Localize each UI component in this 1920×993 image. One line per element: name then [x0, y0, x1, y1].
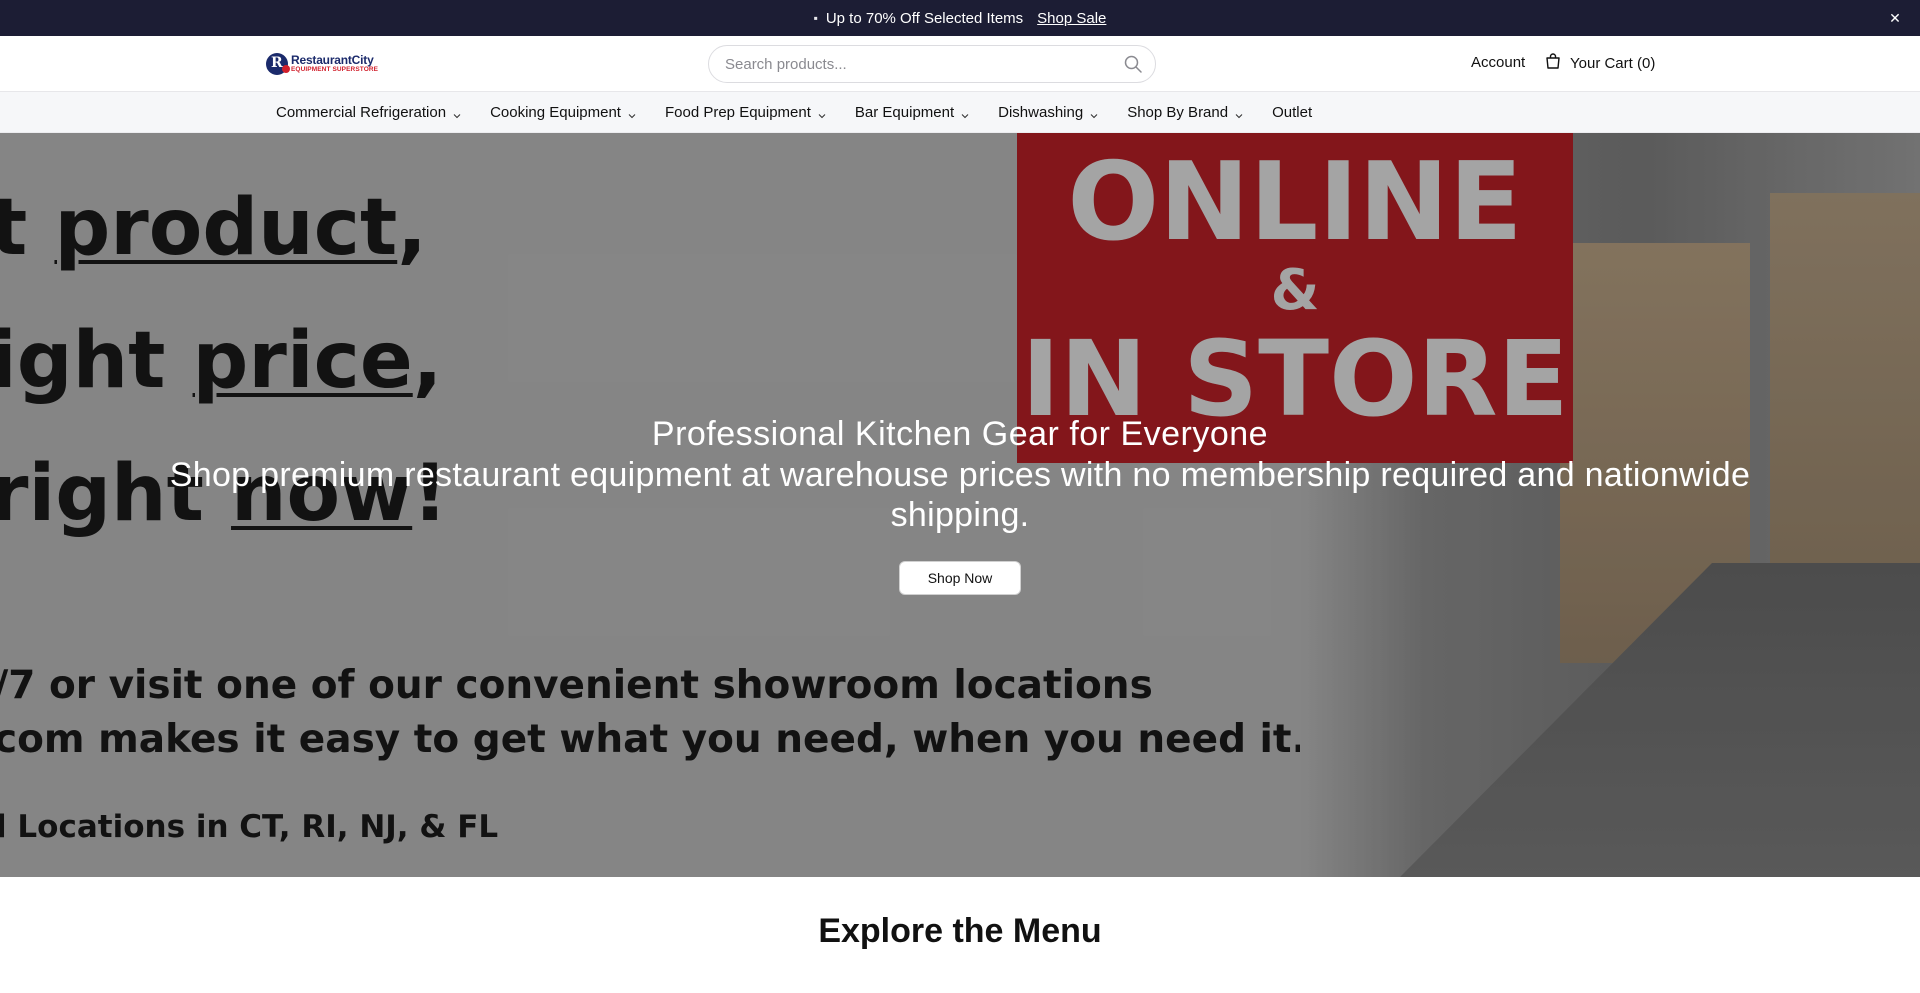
nav-item-commercial-refrigeration[interactable]: Commercial Refrigeration	[276, 104, 462, 121]
search-icon[interactable]	[1123, 54, 1143, 74]
account-link[interactable]: Account	[1471, 54, 1525, 71]
nav-item-label: Commercial Refrigeration	[276, 104, 447, 121]
nav-item-label: Food Prep Equipment	[664, 104, 811, 121]
nav-item-label: Cooking Equipment	[490, 104, 621, 121]
search-input[interactable]	[725, 55, 1123, 73]
chevron-down-icon	[1234, 108, 1244, 118]
logo-mark	[266, 53, 290, 75]
cart-link[interactable]: Your Cart (0)	[1544, 52, 1655, 74]
logo-wordmark: RestaurantCity EQUIPMENT SUPERSTORE	[291, 54, 378, 74]
shopping-bag-icon	[1544, 52, 1562, 74]
nav-item-outlet[interactable]: Outlet	[1272, 104, 1312, 121]
chevron-down-icon	[452, 108, 462, 118]
logo-line-2: EQUIPMENT SUPERSTORE	[291, 66, 379, 74]
nav-item-label: Shop By Brand	[1127, 104, 1229, 121]
chevron-down-icon	[817, 108, 827, 118]
shop-now-button[interactable]: Shop Now	[899, 561, 1021, 595]
site-header: RestaurantCity EQUIPMENT SUPERSTORE Acco…	[0, 36, 1920, 92]
nav-item-shop-by-brand[interactable]: Shop By Brand	[1127, 104, 1244, 121]
gift-icon: ▪	[813, 11, 818, 25]
nav-item-label: Dishwashing	[998, 104, 1084, 121]
nav-item-dishwashing[interactable]: Dishwashing	[998, 104, 1099, 121]
chevron-down-icon	[960, 108, 970, 118]
nav-item-bar-equipment[interactable]: Bar Equipment	[855, 104, 970, 121]
close-icon[interactable]: ✕	[1886, 9, 1904, 27]
announcement-message-row: ▪ Up to 70% Off Selected Items Shop Sale	[0, 0, 1920, 36]
nav-item-food-prep-equipment[interactable]: Food Prep Equipment	[665, 104, 827, 121]
site-logo[interactable]: RestaurantCity EQUIPMENT SUPERSTORE	[266, 50, 390, 78]
hero-title: Professional Kitchen Gear for Everyone	[651, 415, 1269, 453]
announcement-bar: ▪ Up to 70% Off Selected Items Shop Sale…	[0, 0, 1920, 36]
nav-list: Commercial Refrigeration Cooking Equipme…	[276, 92, 1340, 133]
main-nav: Commercial Refrigeration Cooking Equipme…	[0, 92, 1920, 133]
announcement-text: Up to 70% Off Selected Items	[825, 9, 1024, 27]
nav-item-label: Outlet	[1272, 104, 1313, 121]
shop-sale-link[interactable]: Shop Sale	[1037, 10, 1106, 27]
hero-subtitle: Shop premium restaurant equipment at war…	[169, 456, 1751, 534]
nav-item-cooking-equipment[interactable]: Cooking Equipment	[490, 104, 637, 121]
chevron-down-icon	[627, 108, 637, 118]
explore-menu-heading: Explore the Menu	[818, 912, 1102, 950]
nav-item-label: Bar Equipment	[854, 104, 955, 121]
search-bar	[708, 45, 1156, 83]
hero-banner: t product, ight price, right now! /7 or …	[0, 133, 1920, 877]
logo-line-1: RestaurantCity	[291, 53, 374, 68]
cart-label: Your Cart (0)	[1570, 54, 1656, 72]
chevron-down-icon	[1089, 108, 1099, 118]
